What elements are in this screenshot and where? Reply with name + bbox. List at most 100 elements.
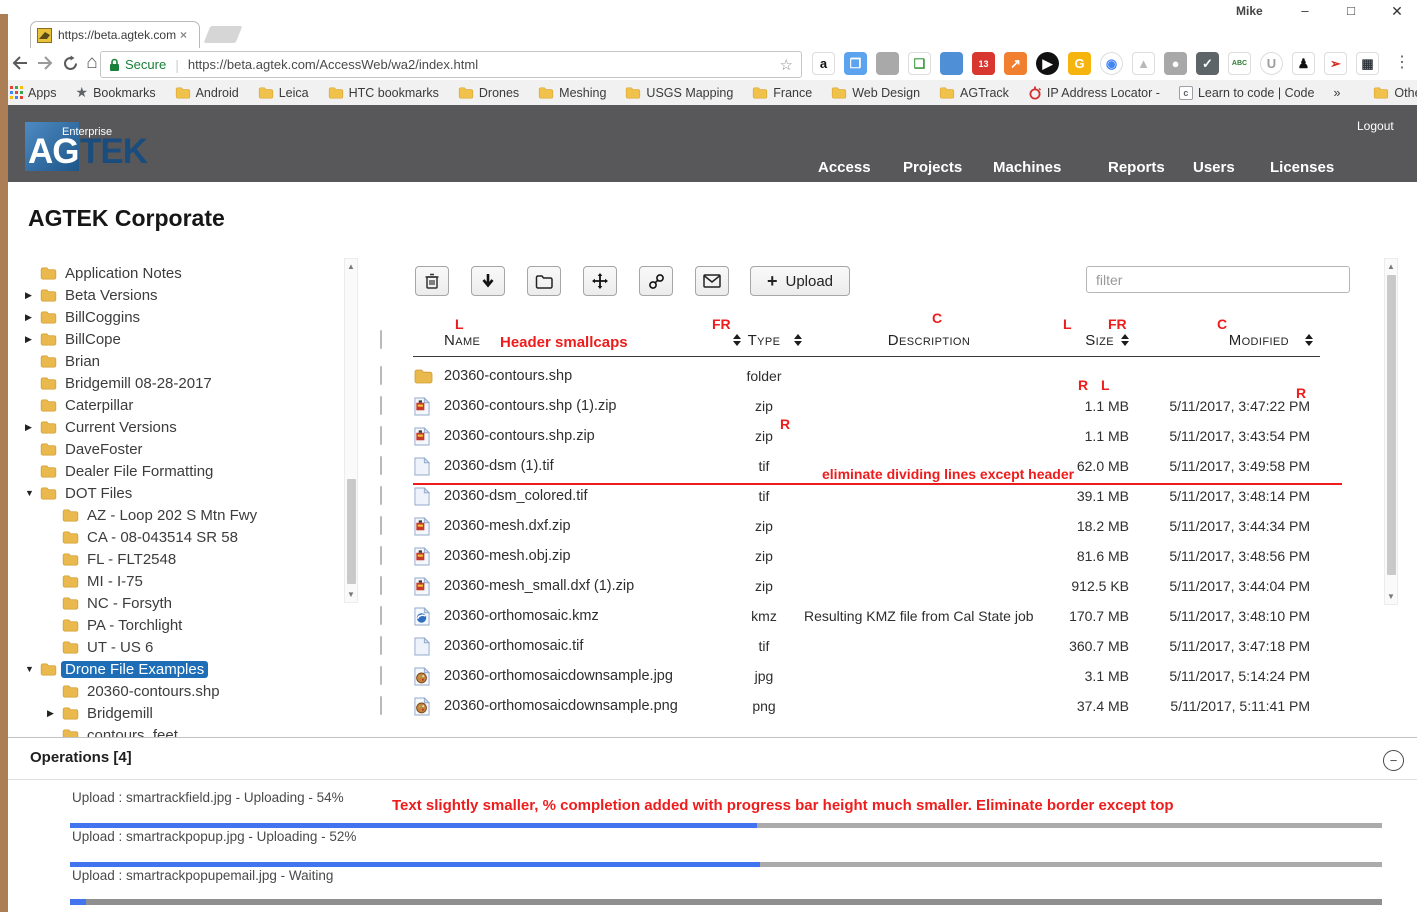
file-name[interactable]: 20360-orthomosaicdownsample.png [444,698,724,714]
tree-item[interactable]: NC - Forsyth [20,592,342,614]
mail-check-icon[interactable]: ✓ [1196,52,1219,75]
bookmark-item[interactable]: » [1333,86,1340,100]
reload-icon[interactable] [58,50,82,76]
tree-item[interactable]: AZ - Loop 202 S Mtn Fwy [20,504,342,526]
files-scrollbar[interactable]: ▲ ▼ [1384,258,1398,605]
tree-item[interactable]: FL - FLT2548 [20,548,342,570]
nav-item-licenses[interactable]: Licenses [1270,159,1334,176]
u-circle-icon[interactable]: U [1260,52,1283,75]
forward-icon[interactable] [33,50,57,76]
bookmark-item[interactable]: Apps [10,86,57,100]
tab-close-icon[interactable]: × [180,28,187,42]
file-name[interactable]: 20360-orthomosaic.tif [444,638,724,654]
caret-right-icon[interactable]: ▶ [25,290,40,301]
tree-item[interactable]: Caterpillar [20,394,342,416]
scroll-up-icon[interactable]: ▲ [1385,262,1397,271]
tree-item[interactable]: ▶Bridgemill [20,702,342,724]
tree-item[interactable]: CA - 08-043514 SR 58 [20,526,342,548]
file-name[interactable]: 20360-mesh_small.dxf (1).zip [444,578,724,594]
nav-item-users[interactable]: Users [1193,159,1235,176]
logout-link[interactable]: Logout [1357,119,1394,133]
caret-right-icon[interactable]: ▶ [25,312,40,323]
collapse-operations-button[interactable]: − [1383,750,1404,771]
bookmark-item[interactable]: Drones [458,86,519,100]
bookmark-item[interactable]: cLearn to code | Code [1179,86,1315,100]
minimize-button[interactable]: – [1288,0,1322,22]
new-folder-button[interactable] [527,266,561,296]
file-name[interactable]: 20360-contours.shp.zip [444,428,724,444]
sort-icon[interactable] [733,334,741,346]
filmstrip-icon[interactable]: ▦ [1356,52,1379,75]
file-name[interactable]: 20360-dsm (1).tif [444,458,724,474]
caret-right-icon[interactable]: ▶ [25,422,40,433]
chrome-menu-icon[interactable]: ⋮ [1392,52,1412,72]
new-tab-button[interactable] [204,26,243,43]
bookmark-item[interactable]: AGTrack [939,86,1009,100]
filter-input[interactable] [1086,266,1350,293]
person-icon[interactable]: ♟ [1292,52,1315,75]
file-name[interactable]: 20360-orthomosaic.kmz [444,608,724,624]
tree-item[interactable]: ▶BillCope [20,328,342,350]
caret-down-icon[interactable]: ▼ [25,664,40,674]
column-header-modified[interactable]: Modified [1134,332,1318,349]
row-checkbox[interactable] [380,606,382,625]
upload-button[interactable]: + Upload [750,266,850,296]
scroll-down-icon[interactable]: ▼ [1385,592,1397,601]
tree-item[interactable]: ▶BillCoggins [20,306,342,328]
amazon-icon[interactable]: a [812,52,835,75]
tree-item[interactable]: Brian [20,350,342,372]
window-snap-icon[interactable]: ❐ [844,52,867,75]
tree-item[interactable]: ▶Beta Versions [20,284,342,306]
nav-item-access[interactable]: Access [818,159,871,176]
tree-item[interactable]: ▼Drone File Examples [20,658,342,680]
compass-icon[interactable]: ◉ [1100,52,1123,75]
tree-item[interactable]: ▶Current Versions [20,416,342,438]
download-button[interactable] [471,266,505,296]
row-checkbox[interactable] [380,576,382,595]
tree-item[interactable]: Application Notes [20,262,342,284]
sort-icon[interactable] [1305,334,1313,346]
close-window-button[interactable]: ✕ [1380,0,1414,22]
back-icon[interactable] [8,50,32,76]
row-checkbox[interactable] [380,636,382,655]
address-bar[interactable]: Secure | https://beta.agtek.com/AccessWe… [100,51,802,78]
bookmark-item[interactable]: France [752,86,812,100]
scroll-up-icon[interactable]: ▲ [345,262,357,271]
sort-icon[interactable] [1121,334,1129,346]
tree-item[interactable]: PA - Torchlight [20,614,342,636]
tree-item[interactable]: ▼DOT Files [20,482,342,504]
analytics-icon[interactable]: ↗ [1004,52,1027,75]
delete-button[interactable] [415,266,449,296]
bookmark-item[interactable]: Other bookmarks [1373,86,1417,100]
scroll-down-icon[interactable]: ▼ [345,590,357,599]
caret-down-icon[interactable]: ▼ [25,488,40,498]
row-checkbox[interactable] [380,516,382,535]
file-name[interactable]: 20360-mesh.obj.zip [444,548,724,564]
nav-item-projects[interactable]: Projects [903,159,962,176]
drive-triangle-icon[interactable]: ▲ [1132,52,1155,75]
tree-item[interactable]: DaveFoster [20,438,342,460]
bookmark-item[interactable]: Meshing [538,86,606,100]
file-name[interactable]: 20360-contours.shp [444,368,724,384]
sort-icon[interactable] [794,334,802,346]
column-header-description[interactable]: Description [804,332,1054,349]
bookmark-item[interactable]: Android [175,86,239,100]
column-header-size[interactable]: Size [1054,332,1134,349]
caret-right-icon[interactable]: ▶ [25,334,40,345]
bookmark-item[interactable]: Web Design [831,86,920,100]
column-header-type[interactable]: Type [724,332,804,349]
window-blue-icon[interactable] [940,52,963,75]
row-checkbox[interactable] [380,396,382,415]
bookmark-item[interactable]: ★Bookmarks [76,84,156,101]
tree-item[interactable]: UT - US 6 [20,636,342,658]
nav-item-reports[interactable]: Reports [1108,159,1165,176]
bookmark-star-icon[interactable]: ☆ [780,56,793,74]
tree-item[interactable]: 20360-contours.shp [20,680,342,702]
file-name[interactable]: 20360-mesh.dxf.zip [444,518,724,534]
file-name[interactable]: 20360-orthomosaicdownsample.jpg [444,668,724,684]
nav-item-machines[interactable]: Machines [993,159,1061,176]
link-button[interactable] [639,266,673,296]
tree-scrollbar[interactable]: ▲ ▼ [344,258,358,603]
browser-tab[interactable]: https://beta.agtek.com/A × [30,21,200,48]
trash-extension-icon[interactable] [876,52,899,75]
